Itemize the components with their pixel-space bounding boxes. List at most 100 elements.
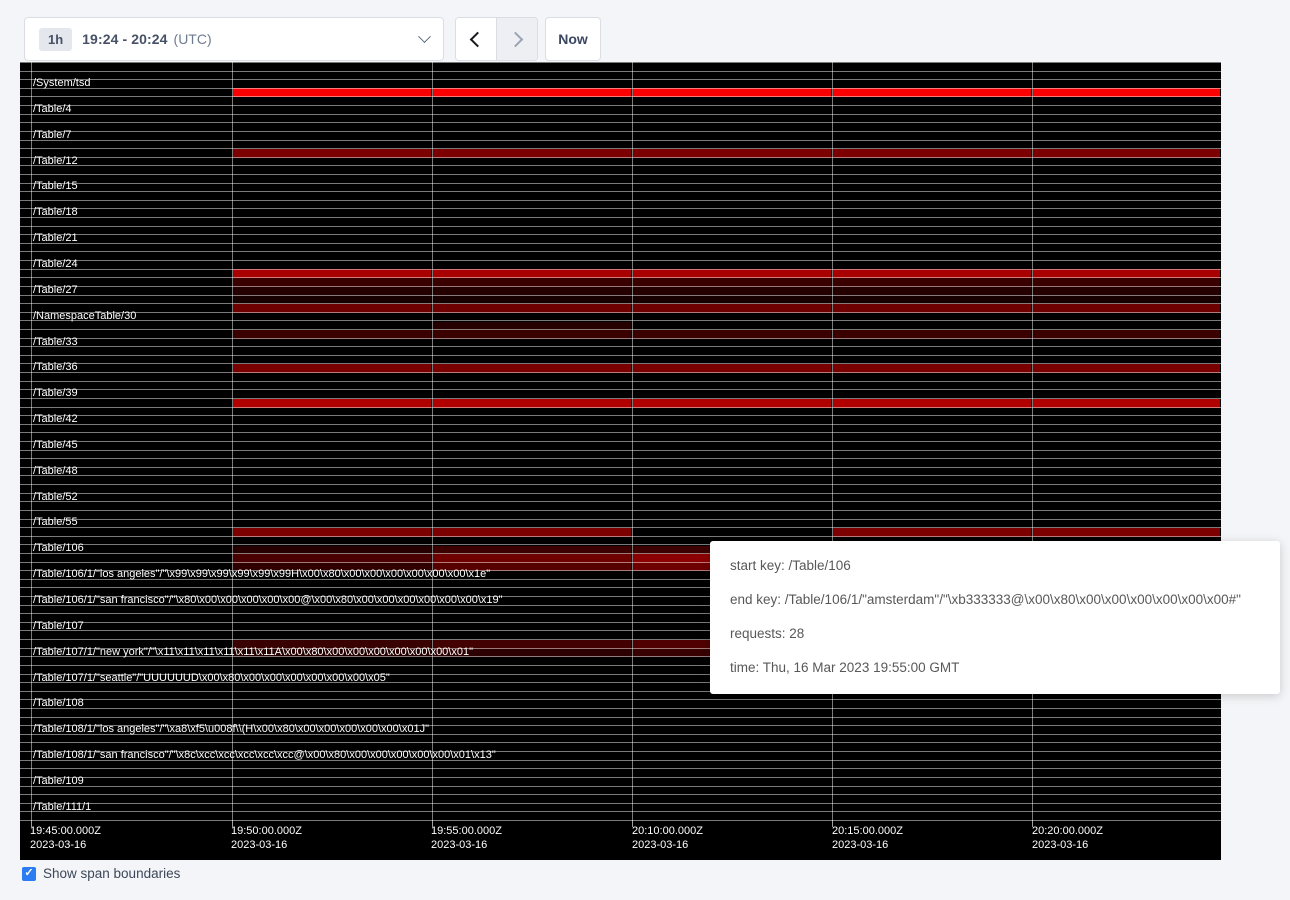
time-nav-group: [455, 17, 538, 61]
heatmap-gridline-horizontal: [20, 699, 1221, 700]
heatmap-gridline-horizontal: [20, 320, 1221, 321]
heatmap-gridline-horizontal: [20, 148, 1221, 149]
heatmap-gridline-horizontal: [20, 62, 1221, 63]
heatmap-gridline-vertical: [832, 62, 833, 820]
heatmap-row-label: /NamespaceTable/30: [33, 310, 136, 323]
heatmap-gridline-horizontal: [20, 96, 1221, 97]
heatmap-gridline-horizontal: [20, 441, 1221, 442]
heatmap-row-label: /Table/107: [33, 620, 84, 633]
heatmap-gridline-horizontal: [20, 803, 1221, 804]
heatmap-gridline-horizontal: [20, 71, 1221, 72]
heatmap-gridline-horizontal: [20, 820, 1221, 821]
show-span-boundaries-checkbox[interactable]: [22, 867, 36, 881]
heatmap-gridline-horizontal: [20, 226, 1221, 227]
heatmap-gridline-horizontal: [20, 424, 1221, 425]
tooltip-line: time: Thu, 16 Mar 2023 19:55:00 GMT: [730, 651, 1260, 685]
heatmap-row-label: /Table/107/1/"seattle"/"UUUUUUD\x00\x80\…: [33, 672, 390, 685]
heatmap-gridline-horizontal: [20, 355, 1221, 356]
heatmap-gridline-horizontal: [20, 811, 1221, 812]
heatmap-gridline-horizontal: [20, 260, 1221, 261]
time-range-duration-chip: 1h: [39, 28, 72, 51]
heatmap-gridline-horizontal: [20, 475, 1221, 476]
heatmap-gridline-horizontal: [20, 217, 1221, 218]
heatmap-gridline-horizontal: [20, 786, 1221, 787]
heatmap-cell: [233, 287, 431, 295]
heatmap-gridline-horizontal: [20, 519, 1221, 520]
next-interval-button[interactable]: [496, 18, 537, 60]
heatmap-gridline-vertical: [632, 62, 633, 820]
heatmap-gridline-horizontal: [20, 312, 1221, 313]
heatmap-gridline-horizontal: [20, 493, 1221, 494]
heatmap-gridline-horizontal: [20, 114, 1221, 115]
heatmap-gridline-horizontal: [20, 484, 1221, 485]
heatmap-row-label: /Table/108: [33, 697, 84, 710]
heatmap-row-label: /Table/18: [33, 206, 78, 219]
heatmap-gridline-horizontal: [20, 88, 1221, 89]
time-range-picker[interactable]: 1h 19:24 - 20:24 (UTC): [24, 17, 444, 61]
heatmap-gridline-horizontal: [20, 527, 1221, 528]
heatmap-gridline-horizontal: [20, 381, 1221, 382]
heatmap-gridline-horizontal: [20, 140, 1221, 141]
heatmap-row-label: /Table/48: [33, 465, 78, 478]
heatmap-gridline-horizontal: [20, 277, 1221, 278]
heatmap-gridline-vertical: [31, 62, 32, 820]
heatmap-gridline-horizontal: [20, 708, 1221, 709]
heatmap-cell: [833, 287, 1031, 295]
now-button[interactable]: Now: [545, 17, 601, 61]
tooltip-line: start key: /Table/106: [730, 549, 1260, 583]
x-axis-label: 20:20:00.000Z 2023-03-16: [1032, 824, 1103, 852]
heatmap-gridline-horizontal: [20, 251, 1221, 252]
heatmap-gridline-vertical: [1032, 62, 1033, 820]
heatmap-row-label: /Table/108/1/"los angeles"/"\xa8\xf5\u00…: [33, 723, 429, 736]
heatmap-row-label: /Table/106: [33, 542, 84, 555]
heatmap-row-label: /Table/27: [33, 284, 78, 297]
heatmap-gridline-horizontal: [20, 794, 1221, 795]
heatmap-gridline-horizontal: [20, 363, 1221, 364]
heatmap-gridline-horizontal: [20, 165, 1221, 166]
heatmap-gridline-horizontal: [20, 131, 1221, 132]
heatmap-gridline-horizontal: [20, 458, 1221, 459]
previous-interval-button[interactable]: [456, 18, 496, 60]
x-axis-label: 19:55:00.000Z 2023-03-16: [431, 824, 502, 852]
heatmap-row-label: /Table/106/1/"los angeles"/"\x99\x99\x99…: [33, 568, 490, 581]
heatmap-gridline-horizontal: [20, 717, 1221, 718]
heatmap-gridline-horizontal: [20, 183, 1221, 184]
footer: Show span boundaries: [22, 866, 180, 881]
heatmap-gridline-horizontal: [20, 501, 1221, 502]
heatmap-row-label: /Table/7: [33, 129, 72, 142]
chevron-right-icon: [508, 31, 524, 47]
x-axis-label: 20:10:00.000Z 2023-03-16: [632, 824, 703, 852]
heatmap-row-label: /Table/52: [33, 491, 78, 504]
tooltip-line: end key: /Table/106/1/"amsterdam"/"\xb33…: [730, 583, 1260, 617]
x-axis-label: 19:45:00.000Z 2023-03-16: [30, 824, 101, 852]
heatmap-gridline-horizontal: [20, 338, 1221, 339]
heatmap-cell: [633, 287, 831, 295]
heatmap-row-label: /Table/39: [33, 387, 78, 400]
heatmap-row-label: /Table/12: [33, 155, 78, 168]
heatmap-row-label: /Table/108/1/"san francisco"/"\x8c\xcc\x…: [33, 749, 496, 762]
heatmap-tooltip: start key: /Table/106end key: /Table/106…: [710, 541, 1280, 694]
x-axis-label: 20:15:00.000Z 2023-03-16: [832, 824, 903, 852]
heatmap-row-label: /Table/4: [33, 103, 72, 116]
heatmap-row-label: /Table/15: [33, 180, 78, 193]
heatmap-row-label: /Table/36: [33, 361, 78, 374]
heatmap-gridline-horizontal: [20, 777, 1221, 778]
show-span-boundaries-label: Show span boundaries: [43, 866, 180, 881]
heatmap-gridline-horizontal: [20, 415, 1221, 416]
heatmap-gridline-horizontal: [20, 286, 1221, 287]
heatmap-gridline-horizontal: [20, 407, 1221, 408]
heatmap-gridline-horizontal: [20, 157, 1221, 158]
heatmap-row-label: /System/tsd: [33, 77, 90, 90]
time-range-timezone: (UTC): [174, 31, 212, 47]
x-axis-label: 19:50:00.000Z 2023-03-16: [231, 824, 302, 852]
heatmap-gridline-horizontal: [20, 191, 1221, 192]
heatmap-gridline-horizontal: [20, 536, 1221, 537]
heatmap-gridline-horizontal: [20, 346, 1221, 347]
heatmap-gridline-vertical: [432, 62, 433, 820]
heatmap-gridline-horizontal: [20, 243, 1221, 244]
heatmap-gridline-horizontal: [20, 389, 1221, 390]
key-visualizer-heatmap[interactable]: /System/tsd/Table/4/Table/7/Table/12/Tab…: [20, 62, 1221, 860]
heatmap-gridline-horizontal: [20, 467, 1221, 468]
heatmap-gridline-horizontal: [20, 295, 1221, 296]
heatmap-cell: [433, 287, 631, 295]
